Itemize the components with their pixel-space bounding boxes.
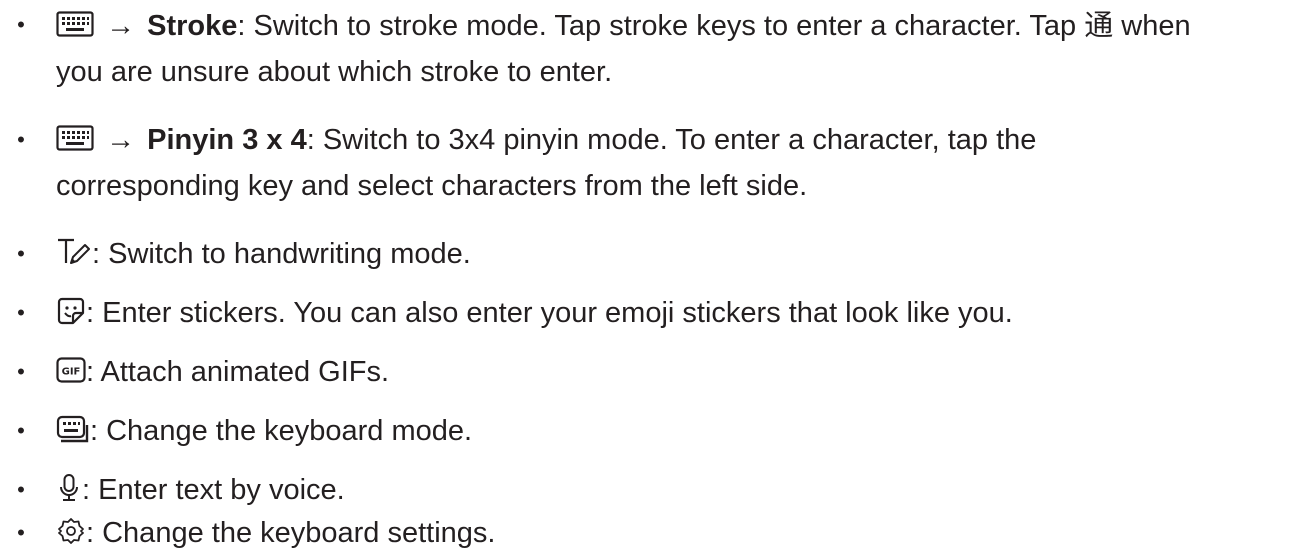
bullet: •: [17, 418, 25, 443]
keyboard-mode-icon: [56, 414, 90, 444]
bullet: •: [17, 300, 25, 325]
mode-title: Stroke: [147, 10, 238, 42]
item-text: : Change the keyboard settings.: [86, 517, 496, 549]
bullet: •: [17, 127, 25, 152]
item-text: : Switch to handwriting mode.: [92, 238, 471, 270]
item-text: : Switch to 3x4 pinyin mode. To enter a …: [306, 124, 1037, 156]
mode-title: Pinyin 3 x 4: [147, 124, 307, 156]
item-text: : Switch to stroke mode. Tap stroke keys…: [237, 10, 1085, 42]
list-item-content: : Change the keyboard settings.: [56, 510, 1296, 556]
bullet: •: [17, 12, 25, 37]
keyboard-icon: [56, 125, 94, 151]
item-text: : Enter text by voice.: [82, 474, 345, 506]
keyboard-icon: [56, 11, 94, 37]
item-text-end: when: [1113, 10, 1191, 42]
item-text: : Attach animated GIFs.: [86, 356, 390, 388]
gear-icon: [56, 516, 86, 546]
bullet: •: [17, 241, 25, 266]
microphone-icon: [56, 473, 82, 503]
list-item-content: : Enter text by voice.: [56, 467, 1296, 513]
bullet: •: [17, 359, 25, 384]
list-item-content: : Change the keyboard mode.: [56, 408, 1296, 454]
item-text: : Enter stickers. You can also enter you…: [86, 297, 1013, 329]
gif-icon: GIF: [56, 356, 86, 384]
sticker-icon: [56, 296, 86, 326]
bullet: •: [17, 477, 25, 502]
gif-icon-label: GIF: [62, 367, 81, 378]
bullet: •: [17, 520, 25, 545]
arrow: →: [106, 124, 136, 156]
list-item-content: → Stroke: Switch to stroke mode. Tap str…: [56, 2, 1296, 95]
list-item-content: → Pinyin 3 x 4: Switch to 3x4 pinyin mod…: [56, 117, 1296, 209]
list-item-content: GIF : Attach animated GIFs.: [56, 349, 1296, 395]
arrow: →: [106, 10, 136, 42]
item-text-line2: you are unsure about which stroke to ent…: [56, 56, 613, 88]
tong-character: 通: [1084, 8, 1114, 42]
item-text: : Change the keyboard mode.: [90, 415, 473, 447]
list-item-content: : Switch to handwriting mode.: [56, 231, 1296, 277]
list-item-content: : Enter stickers. You can also enter you…: [56, 290, 1296, 336]
item-text-line2: corresponding key and select characters …: [56, 170, 808, 202]
handwriting-icon: [56, 237, 92, 267]
